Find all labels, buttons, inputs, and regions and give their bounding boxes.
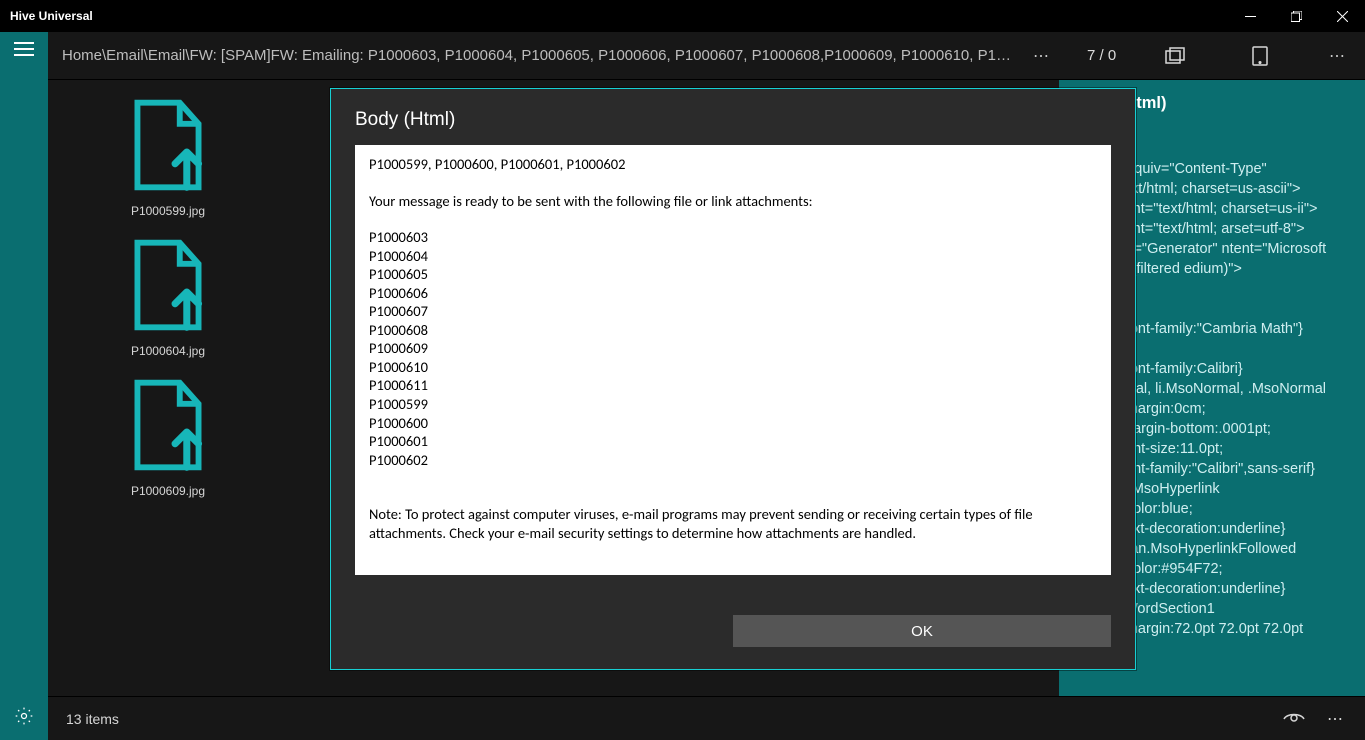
file-item[interactable]: P1000604.jpg xyxy=(68,238,268,358)
ok-button[interactable]: OK xyxy=(733,615,1111,647)
file-upload-icon xyxy=(132,238,204,332)
item-count: 13 items xyxy=(66,711,119,727)
content-intro: Your message is ready to be sent with th… xyxy=(369,192,1097,211)
attachment-list-item: P1000599 xyxy=(369,395,1097,414)
attachment-list-item: P1000608 xyxy=(369,321,1097,340)
window-title: Hive Universal xyxy=(10,9,1227,23)
main-area: Home\Email\Email\FW: [SPAM]FW: Emailing:… xyxy=(48,32,1365,740)
attachment-list-item: P1000606 xyxy=(369,284,1097,303)
breadcrumb-overflow-icon[interactable]: ⋯ xyxy=(1029,46,1055,66)
attachment-list-item: P1000611 xyxy=(369,376,1097,395)
file-item[interactable]: P1000609.jpg xyxy=(68,378,268,498)
attachment-list-item: P1000602 xyxy=(369,451,1097,470)
close-button[interactable] xyxy=(1319,0,1365,32)
minimize-button[interactable] xyxy=(1227,0,1273,32)
menu-icon[interactable] xyxy=(14,42,34,56)
attachment-list-item: P1000600 xyxy=(369,414,1097,433)
file-name: P1000599.jpg xyxy=(131,204,205,218)
attachment-list-item: P1000605 xyxy=(369,265,1097,284)
more-icon[interactable]: ⋯ xyxy=(1325,46,1351,66)
attachment-list-item: P1000603 xyxy=(369,228,1097,247)
attachment-list-item: P1000607 xyxy=(369,302,1097,321)
content-top-line: P1000599, P1000600, P1000601, P1000602 xyxy=(369,155,1097,174)
tablet-icon[interactable] xyxy=(1248,44,1271,68)
breadcrumb[interactable]: Home\Email\Email\FW: [SPAM]FW: Emailing:… xyxy=(62,47,1013,64)
attachment-list-item: P1000604 xyxy=(369,247,1097,266)
file-item[interactable]: P1000599.jpg xyxy=(68,98,268,218)
attachment-list-item: P1000601 xyxy=(369,432,1097,451)
app-root: Home\Email\Email\FW: [SPAM]FW: Emailing:… xyxy=(0,32,1365,740)
body-html-dialog: Body (Html) P1000599, P1000600, P1000601… xyxy=(330,88,1136,670)
pager-label: 7 / 0 xyxy=(1071,47,1132,64)
left-rail xyxy=(0,32,48,740)
content-note: Note: To protect against computer viruse… xyxy=(369,505,1097,542)
file-upload-icon xyxy=(132,98,204,192)
breadcrumb-bar: Home\Email\Email\FW: [SPAM]FW: Emailing:… xyxy=(48,32,1365,80)
maximize-button[interactable] xyxy=(1273,0,1319,32)
file-upload-icon xyxy=(132,378,204,472)
attachment-list-item: P1000609 xyxy=(369,339,1097,358)
file-name: P1000609.jpg xyxy=(131,484,205,498)
window-buttons xyxy=(1227,0,1365,32)
dialog-title: Body (Html) xyxy=(355,109,1111,131)
attachment-list: P1000603P1000604P1000605P1000606P1000607… xyxy=(369,228,1097,469)
file-name: P1000604.jpg xyxy=(131,344,205,358)
titlebar: Hive Universal xyxy=(0,0,1365,32)
multi-window-icon[interactable] xyxy=(1164,44,1187,68)
settings-icon[interactable] xyxy=(14,706,34,726)
status-bar: 13 items ⋯ xyxy=(48,696,1365,740)
visibility-icon[interactable] xyxy=(1283,708,1305,730)
dialog-content[interactable]: P1000599, P1000600, P1000601, P1000602 Y… xyxy=(355,145,1111,575)
attachment-list-item: P1000610 xyxy=(369,358,1097,377)
more-icon[interactable]: ⋯ xyxy=(1325,708,1347,730)
